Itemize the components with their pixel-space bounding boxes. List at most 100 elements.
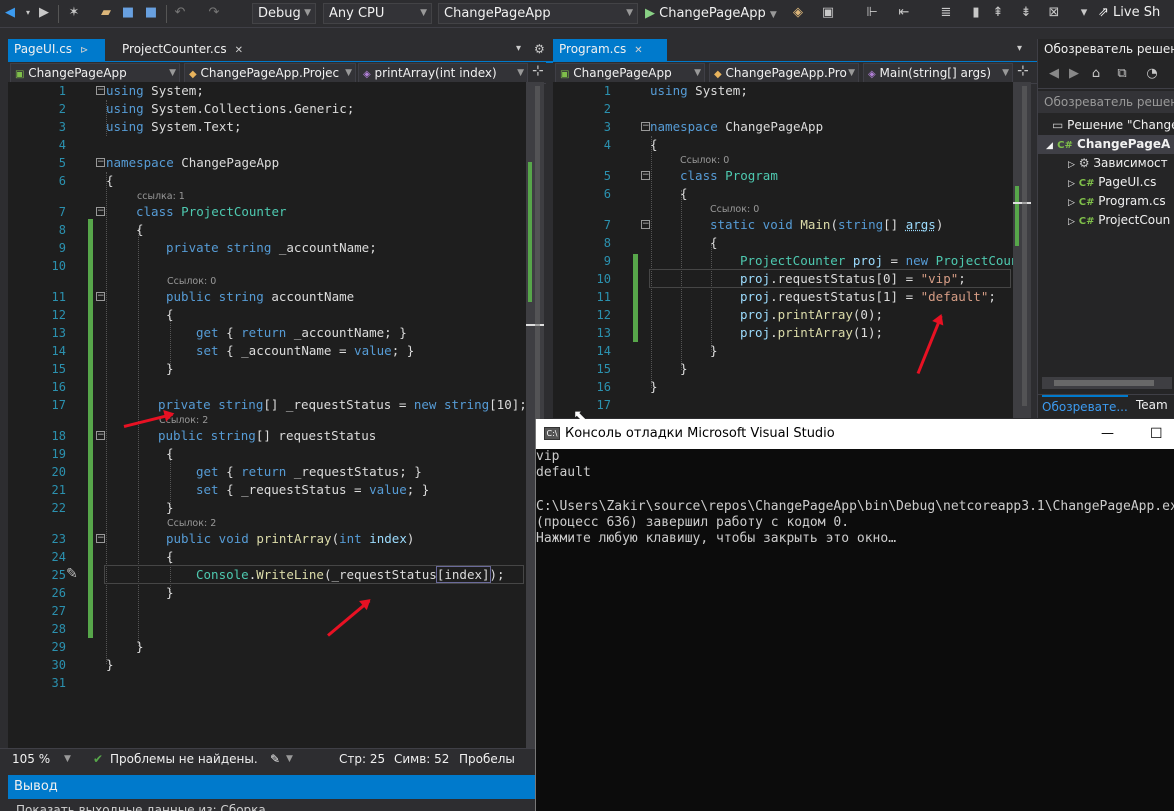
code-line: { bbox=[166, 549, 174, 564]
collapse-toggle[interactable]: − bbox=[96, 86, 105, 95]
tab-team-explorer[interactable]: Team bbox=[1136, 395, 1168, 416]
file-node-program[interactable]: ▷ C# Program.cs bbox=[1068, 192, 1166, 211]
file-node-pageui[interactable]: ▷ C# PageUI.cs bbox=[1068, 173, 1156, 192]
class-nav-dropdown[interactable]: ◆ ChangePageApp.Projec ▼ bbox=[184, 63, 356, 83]
project-nav-dropdown[interactable]: ▣ ChangePageApp ▼ bbox=[10, 63, 180, 83]
right-code-editor[interactable]: 1 2 3 4 5 6 7 8 9 10 11 12 13 14 15 16 17 − − − using Sy… bbox=[553, 82, 1013, 418]
solution-node[interactable]: ▭ Решение "Change bbox=[1052, 116, 1174, 135]
minimize-button[interactable]: — bbox=[1101, 419, 1114, 449]
project-nav-dropdown[interactable]: ▣ ChangePageApp ▼ bbox=[555, 63, 705, 83]
save-icon[interactable]: ■ bbox=[120, 5, 136, 21]
collapse-toggle[interactable]: − bbox=[96, 292, 105, 301]
project-node[interactable]: ◢ C# ChangePageA bbox=[1038, 135, 1174, 154]
screenshot-icon[interactable]: ▣ bbox=[820, 5, 836, 21]
solution-search-input[interactable]: Обозреватель решен bbox=[1038, 91, 1174, 113]
comment-icon[interactable]: ≣ bbox=[938, 5, 954, 21]
zoom-dropdown-icon[interactable]: ▼ bbox=[64, 749, 71, 770]
indent-icon[interactable]: ⇤ bbox=[896, 5, 912, 21]
collapse-toggle[interactable]: − bbox=[96, 207, 105, 216]
quick-actions-brush-icon[interactable]: ✎ bbox=[66, 566, 78, 582]
problems-status[interactable]: Проблемы не найдены. bbox=[110, 749, 258, 770]
new-project-icon[interactable]: ✶ bbox=[66, 5, 82, 21]
horizontal-scrollbar[interactable] bbox=[1042, 377, 1172, 389]
collapse-toggle[interactable]: − bbox=[641, 171, 650, 180]
save-all-icon[interactable]: ■ bbox=[143, 5, 159, 21]
collapse-toggle[interactable]: − bbox=[641, 122, 650, 131]
align-icon[interactable]: ⊩ bbox=[864, 5, 880, 21]
line-number: 21 bbox=[51, 483, 66, 497]
close-tab-icon[interactable]: ✕ bbox=[235, 45, 243, 56]
member-nav-dropdown[interactable]: ◈ Main(string[] args) ▼ bbox=[863, 63, 1013, 83]
close-tab-icon[interactable]: ✕ bbox=[634, 45, 642, 56]
platform-select[interactable]: Any CPU ▼ bbox=[323, 3, 432, 24]
history-icon[interactable]: ◔ bbox=[1144, 66, 1160, 82]
codelens-references[interactable]: ссылка: 1 bbox=[137, 191, 185, 203]
bookmark-icon[interactable]: ▮ bbox=[968, 5, 984, 21]
line-number: 16 bbox=[51, 380, 66, 394]
configuration-select[interactable]: Debug ▼ bbox=[252, 3, 316, 24]
toolbar-overflow-icon[interactable]: ▾ bbox=[1076, 5, 1092, 21]
browser-link-icon[interactable]: ◈ bbox=[790, 5, 806, 21]
console-title: Консоль отладки Microsoft Visual Studio bbox=[565, 426, 835, 441]
open-folder-icon[interactable]: ▰ bbox=[98, 5, 114, 21]
start-debugging-button[interactable]: ▶ ChangePageApp ▼ bbox=[645, 4, 777, 24]
back-icon[interactable]: ◀ bbox=[1046, 66, 1062, 82]
play-icon: ▶ bbox=[645, 6, 655, 21]
mouse-cursor-icon: ⬉ bbox=[573, 406, 587, 425]
dropdown-arrow-icon[interactable]: ▾ bbox=[20, 5, 36, 21]
collapse-toggle[interactable]: − bbox=[641, 220, 650, 229]
right-editor-scrollbar[interactable] bbox=[1013, 82, 1031, 418]
collapse-toggle[interactable]: − bbox=[96, 431, 105, 440]
left-tab-strip: PageUI.cs ⊳ ProjectCounter.cs ✕ ▾ ⚙ bbox=[0, 39, 553, 61]
settings-icon[interactable]: ⚙ bbox=[534, 42, 545, 56]
debug-console-window[interactable]: C:\ Консоль отладки Microsoft Visual Stu… bbox=[535, 419, 1174, 811]
pin-icon[interactable]: ⊳ bbox=[80, 45, 88, 56]
collapse-toggle[interactable]: − bbox=[96, 534, 105, 543]
switch-views-icon[interactable]: ⧉ bbox=[1114, 66, 1130, 82]
tab-dropdown-icon[interactable]: ▾ bbox=[1017, 43, 1022, 54]
output-source-select[interactable]: Показать выходные данные из: Сборка bbox=[8, 799, 536, 811]
dependencies-node[interactable]: ▷ ⚙ Зависимост bbox=[1068, 154, 1168, 173]
forward-icon[interactable]: ▶ bbox=[1066, 66, 1082, 82]
codelens-references[interactable]: Ссылок: 0 bbox=[680, 155, 729, 167]
solution-icon: ▭ bbox=[1052, 118, 1064, 132]
class-nav-dropdown[interactable]: ◆ ChangePageApp.Pro ▼ bbox=[709, 63, 859, 83]
cleanup-dropdown-icon[interactable]: ▼ bbox=[286, 749, 293, 770]
maximize-button[interactable]: ☐ bbox=[1150, 419, 1163, 449]
tab-program[interactable]: Program.cs ✕ bbox=[553, 39, 667, 61]
live-share-button[interactable]: ⇗ Live Sh bbox=[1098, 5, 1160, 20]
zoom-level[interactable]: 105 % bbox=[12, 749, 50, 770]
tab-dropdown-icon[interactable]: ▾ bbox=[516, 43, 521, 54]
navigate-forward-icon[interactable]: ▶ bbox=[36, 5, 52, 21]
collapse-toggle[interactable]: − bbox=[96, 158, 105, 167]
codelens-references[interactable]: Ссылок: 0 bbox=[167, 276, 216, 288]
member-nav-dropdown[interactable]: ◈ printArray(int index) ▼ bbox=[358, 63, 528, 83]
cleanup-brush-icon[interactable]: ✎ bbox=[270, 749, 280, 770]
console-title-bar[interactable]: C:\ Консоль отладки Microsoft Visual Stu… bbox=[536, 419, 1174, 449]
code-line: namespace ChangePageApp bbox=[650, 119, 824, 134]
codelens-references[interactable]: Ссылок: 0 bbox=[710, 204, 759, 216]
output-pane-header[interactable]: Вывод bbox=[8, 775, 536, 799]
whitespace-indicator[interactable]: Пробелы bbox=[459, 749, 515, 770]
next-bookmark-icon[interactable]: ⇟ bbox=[1018, 5, 1034, 21]
tab-projectcounter[interactable]: ProjectCounter.cs ✕ bbox=[116, 39, 249, 61]
file-node-projectcounter[interactable]: ▷ C# ProjectCoun bbox=[1068, 211, 1170, 230]
left-code-editor[interactable]: 1 2 3 4 5 6 7 8 9 10 11 12 13 14 15 16 17 18 19 20 21 22 23 24 2… bbox=[8, 82, 526, 748]
code-line: } bbox=[680, 361, 688, 376]
codelens-references[interactable]: Ссылок: 2 bbox=[167, 518, 216, 530]
startup-project-select[interactable]: ChangePageApp ▼ bbox=[438, 3, 638, 24]
line-number: 13 bbox=[51, 326, 66, 340]
line-number: 9 bbox=[603, 254, 611, 268]
prev-bookmark-icon[interactable]: ⇞ bbox=[990, 5, 1006, 21]
line-number: 1 bbox=[58, 84, 66, 98]
home-icon[interactable]: ⌂ bbox=[1088, 66, 1104, 82]
tab-solution-explorer[interactable]: Обозревате... bbox=[1042, 395, 1128, 418]
split-editor-icon[interactable]: ⊹ bbox=[1017, 63, 1029, 79]
undo-icon[interactable]: ↶ bbox=[172, 5, 188, 21]
navigate-back-icon[interactable]: ◀ bbox=[2, 5, 18, 21]
tab-pageui[interactable]: PageUI.cs ⊳ bbox=[8, 39, 105, 61]
code-line: ProjectCounter proj = new ProjectCoun bbox=[740, 253, 1013, 268]
split-editor-icon[interactable]: ⊹ bbox=[532, 63, 544, 79]
redo-icon[interactable]: ↷ bbox=[206, 5, 222, 21]
clear-bookmarks-icon[interactable]: ⊠ bbox=[1046, 5, 1062, 21]
